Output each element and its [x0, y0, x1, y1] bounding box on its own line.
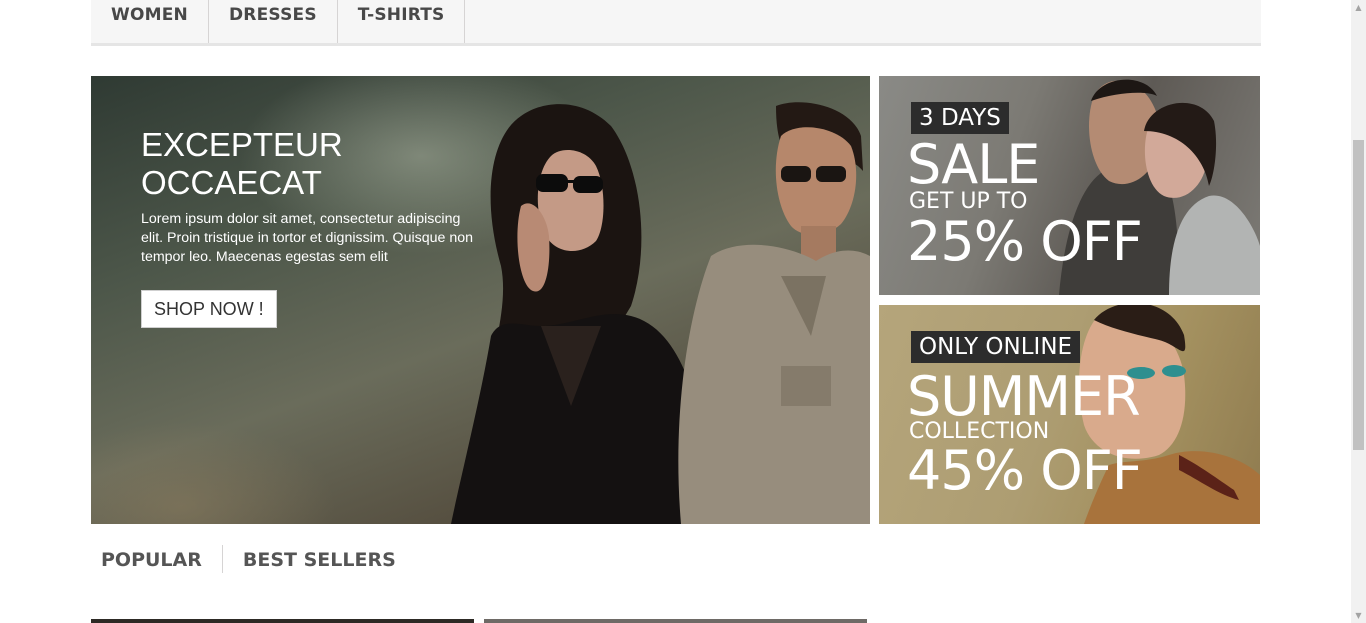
product-tabs: POPULAR BEST SELLERS [91, 545, 406, 575]
promo-banner-sale[interactable]: 3 DAYS SALE GET UP TO 25% OFF [879, 76, 1260, 295]
slide-description: Lorem ipsum dolor sit amet, consectetur … [141, 211, 473, 265]
menu-item-label: T-SHIRTS [357, 4, 445, 25]
hero-photo-man [678, 102, 870, 524]
page-scrollbar[interactable]: ▲ ▼ [1351, 0, 1366, 623]
triangle-up-icon[interactable]: ▲ [1351, 0, 1366, 15]
menu-item-tshirts[interactable]: T-SHIRTS [338, 0, 466, 43]
product-thumbnail[interactable] [91, 619, 474, 623]
tab-divider [221, 545, 223, 573]
homepage-slider[interactable]: EXCEPTEUR OCCAECAT Lorem ipsum dolor sit… [91, 76, 870, 524]
promo-tag: ONLY ONLINE [911, 331, 1081, 363]
promo-tag: 3 DAYS [911, 102, 1009, 134]
promo-headline: SALE [907, 133, 1040, 196]
top-menu: WOMEN DRESSES T-SHIRTS [91, 0, 1261, 46]
menu-item-dresses[interactable]: DRESSES [209, 0, 338, 43]
scrollbar-thumb[interactable] [1353, 140, 1364, 450]
menu-item-label: WOMEN [111, 4, 188, 25]
shop-now-button[interactable]: SHOP NOW ! [141, 290, 277, 328]
promo-headline: SUMMER [907, 365, 1141, 428]
menu-item-label: DRESSES [228, 4, 317, 25]
product-thumbnail[interactable] [484, 619, 867, 623]
promo-banner-summer[interactable]: ONLY ONLINE SUMMER COLLECTION 45% OFF [879, 305, 1260, 524]
promo-discount: 25% OFF [907, 210, 1143, 273]
slide-title: EXCEPTEUR OCCAECAT [141, 126, 343, 201]
tab-popular[interactable]: POPULAR [91, 545, 212, 575]
promo-discount: 45% OFF [907, 439, 1143, 502]
tab-best-sellers[interactable]: BEST SELLERS [233, 545, 406, 575]
triangle-down-icon[interactable]: ▼ [1351, 608, 1366, 623]
menu-item-women[interactable]: WOMEN [91, 0, 209, 43]
